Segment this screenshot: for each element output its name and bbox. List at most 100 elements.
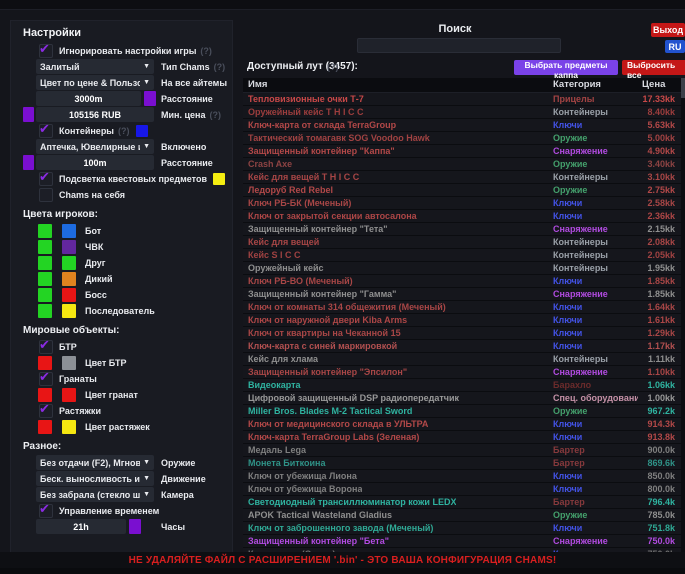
loot-row[interactable]: Ключ от медицинского склада в УЛЬТРАКлюч… (243, 418, 681, 431)
loot-row[interactable]: Оружейный кейсКонтейнеры1.95kk (243, 262, 681, 275)
dropdown[interactable]: Цвет по цене & Пользователь▼ (36, 75, 154, 90)
chevron-down-icon: ▼ (143, 475, 150, 482)
loot-row[interactable]: Монета БиткоинаБартер869.6k (243, 457, 681, 470)
text-input[interactable]: 100m (36, 155, 154, 170)
loot-row[interactable]: Защищенный контейнер "Тета"Снаряжение2.1… (243, 223, 681, 236)
color-swatch[interactable] (62, 288, 76, 302)
loot-row[interactable]: Ключ-карта с синей маркировкойКлючи1.17k… (243, 340, 681, 353)
color-swatch[interactable] (38, 356, 52, 370)
column-header-price[interactable]: Цена (642, 79, 665, 90)
input-label: Часы (161, 522, 185, 532)
item-category: Прицелы (553, 94, 594, 104)
text-input[interactable]: 21h (36, 519, 126, 534)
loot-row[interactable]: Тепловизионные очки Т-7Прицелы17.33kk (243, 93, 681, 106)
loot-row[interactable]: Медаль LegaБартер900.0k (243, 444, 681, 457)
loot-row[interactable]: Ключ от комнаты 314 общежития (Меченый)К… (243, 301, 681, 314)
item-name: Ледоруб Red Rebel (248, 185, 333, 195)
checkbox-checked[interactable] (39, 404, 53, 418)
checkbox-checked[interactable] (39, 372, 53, 386)
loot-row[interactable]: Crash AxeОружие3.40kk (243, 158, 681, 171)
dropdown[interactable]: Залитый▼ (36, 59, 154, 74)
label-text: Оружие (161, 458, 195, 468)
item-category: Ключи (553, 432, 582, 442)
column-header-name[interactable]: Имя (248, 79, 267, 90)
loot-row[interactable]: Защищенный контейнер "Гамма"Снаряжение1.… (243, 288, 681, 301)
loot-row[interactable]: Оружейный кейс Т Н I С СКонтейнеры8.40kk (243, 106, 681, 119)
color-swatch[interactable] (62, 304, 76, 318)
loot-row[interactable]: Защищенный контейнер "Эпсилон"Снаряжение… (243, 366, 681, 379)
loot-row[interactable]: Защищенный контейнер "Бета"Снаряжение750… (243, 535, 681, 548)
color-swatch[interactable] (213, 173, 225, 185)
loot-row[interactable]: Ключ от квартиры на Чеканной 15Ключи1.29… (243, 327, 681, 340)
checkbox-checked[interactable] (39, 172, 53, 186)
loot-row[interactable]: Ключ от заброшенного завода (Меченый)Клю… (243, 522, 681, 535)
color-swatch[interactable] (62, 272, 76, 286)
color-swatch[interactable] (38, 272, 52, 286)
loot-row[interactable]: Цифровой защищенный DSP радиопередатчикС… (243, 392, 681, 405)
loot-row[interactable]: ВидеокартаБарахло1.06kk (243, 379, 681, 392)
color-swatch[interactable] (38, 288, 52, 302)
checkbox-checked[interactable] (39, 340, 53, 354)
color-swatch[interactable] (62, 240, 76, 254)
color-swatch[interactable] (38, 420, 52, 434)
dropdown[interactable]: Без отдачи (F2), Мгновенное п▼ (36, 455, 154, 470)
color-swatch[interactable] (62, 420, 76, 434)
checkbox-checked[interactable] (39, 124, 53, 138)
checkbox-checked[interactable] (39, 44, 53, 58)
dropdown[interactable]: Без забрала (стекло шлема)▼ (36, 487, 154, 502)
loot-row[interactable]: Кейс для вещейКонтейнеры2.08kk (243, 236, 681, 249)
color-swatch[interactable] (144, 91, 156, 106)
language-button[interactable]: RU (665, 40, 685, 53)
color-swatch[interactable] (38, 224, 52, 238)
drop-all-button[interactable]: Выбросить все (622, 60, 685, 75)
color-swatch[interactable] (38, 304, 52, 318)
search-input[interactable] (357, 38, 561, 53)
color-row-label: Друг (85, 258, 106, 268)
loot-row[interactable]: Тактический томагавк SOG Voodoo HawkОруж… (243, 132, 681, 145)
text-input[interactable]: 3000m (36, 91, 141, 106)
dropdown[interactable]: Беск. выносливость и нет уста▼ (36, 471, 154, 486)
exit-button[interactable]: Выход (651, 23, 685, 37)
item-price: 4.90kk (647, 146, 675, 156)
color-swatch[interactable] (129, 519, 141, 534)
dropdown[interactable]: Аптечка, Ювелирные и...▼ (36, 139, 154, 154)
checkbox-unchecked[interactable] (39, 188, 53, 202)
loot-row[interactable]: Ключ от наружной двери Kiba ArmsКлючи1.6… (243, 314, 681, 327)
loot-row[interactable]: Ключ-карта от склада TerraGroupКлючи5.63… (243, 119, 681, 132)
color-swatch[interactable] (38, 240, 52, 254)
dropdown-label: На все айтемы (161, 78, 227, 88)
select-kappa-items-button[interactable]: Выбрать предметы каппа (514, 60, 618, 75)
color-swatch[interactable] (62, 256, 76, 270)
item-category: Ключи (553, 484, 582, 494)
color-swatch[interactable] (38, 388, 52, 402)
color-swatch[interactable] (38, 256, 52, 270)
loot-row[interactable]: Кейс для вещей Т Н I С СКонтейнеры3.10kk (243, 171, 681, 184)
color-swatch[interactable] (23, 155, 34, 170)
color-swatch[interactable] (23, 107, 34, 122)
loot-row[interactable]: Ключ от убежища ВоронаКлючи800.0k (243, 483, 681, 496)
loot-row[interactable]: Кейс S I C CКонтейнеры2.05kk (243, 249, 681, 262)
loot-row[interactable]: Ключ от закрытой секции автосалонаКлючи2… (243, 210, 681, 223)
loot-row[interactable]: Ключ РБ-БК (Меченый)Ключи2.58kk (243, 197, 681, 210)
help-icon: (?) (200, 46, 212, 56)
color-swatch[interactable] (62, 224, 76, 238)
color-swatch[interactable] (62, 356, 76, 370)
loot-row[interactable]: Защищенный контейнер "Каппа"Снаряжение4.… (243, 145, 681, 158)
color-swatch[interactable] (136, 125, 148, 137)
checkbox-checked[interactable] (39, 504, 53, 518)
color-swatch[interactable] (62, 388, 76, 402)
table-scrollbar-thumb[interactable] (681, 78, 685, 98)
loot-row[interactable]: Ключ от убежища ЛионаКлючи850.0k (243, 470, 681, 483)
loot-row[interactable]: Ключ-карта TerraGroup Labs (Зеленая)Ключ… (243, 431, 681, 444)
column-header-category[interactable]: Категория (553, 79, 601, 90)
loot-row[interactable]: Светодиодный трансиллюминатор кожи LEDXБ… (243, 496, 681, 509)
table-scrollbar[interactable] (681, 78, 685, 553)
loot-row[interactable]: Ключ РБ-ВО (Меченый)Ключи1.85kk (243, 275, 681, 288)
loot-row[interactable]: Ледоруб Red RebelОружие2.75kk (243, 184, 681, 197)
text-input[interactable]: 105156 RUB (36, 107, 154, 122)
loot-row[interactable]: Miller Bros. Blades M-2 Tactical SwordОр… (243, 405, 681, 418)
item-name: Защищенный контейнер "Тета" (248, 224, 388, 234)
loot-row[interactable]: Кейс для хламаКонтейнеры1.11kk (243, 353, 681, 366)
item-name: Ключ РБ-БК (Меченый) (248, 198, 351, 208)
loot-row[interactable]: APOK Tactical Wasteland GladiusОружие785… (243, 509, 681, 522)
